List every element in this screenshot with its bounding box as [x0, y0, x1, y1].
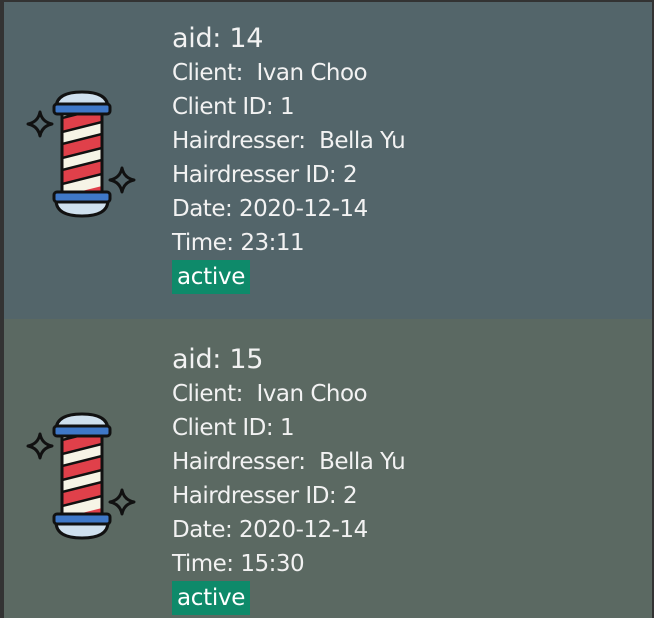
appointment-id: aid: 14: [172, 23, 264, 54]
status-badge: active: [172, 260, 251, 294]
status-badge: active: [172, 581, 251, 615]
client-id: Client ID: 1: [172, 94, 295, 120]
appointment-details: aid: 15 Client: Ivan Choo Client ID: 1 H…: [172, 343, 406, 615]
barber-pole-icon: [26, 412, 136, 540]
appointment-time: Time: 23:11: [172, 230, 305, 256]
hairdresser-name: Hairdresser: Bella Yu: [172, 449, 406, 475]
appointment-date: Date: 2020-12-14: [172, 517, 368, 543]
hairdresser-name: Hairdresser: Bella Yu: [172, 128, 406, 154]
appointment-details: aid: 14 Client: Ivan Choo Client ID: 1 H…: [172, 22, 406, 294]
client-name: Client: Ivan Choo: [172, 60, 368, 86]
hairdresser-id: Hairdresser ID: 2: [172, 162, 358, 188]
barber-pole-icon: [26, 90, 136, 218]
appointment-list: aid: 14 Client: Ivan Choo Client ID: 1 H…: [0, 0, 654, 618]
appointment-card[interactable]: aid: 15 Client: Ivan Choo Client ID: 1 H…: [4, 319, 652, 618]
hairdresser-id: Hairdresser ID: 2: [172, 483, 358, 509]
appointment-id: aid: 15: [172, 344, 264, 375]
client-id: Client ID: 1: [172, 415, 295, 441]
appointment-date: Date: 2020-12-14: [172, 196, 368, 222]
appointment-time: Time: 15:30: [172, 551, 305, 577]
client-name: Client: Ivan Choo: [172, 381, 368, 407]
appointment-card[interactable]: aid: 14 Client: Ivan Choo Client ID: 1 H…: [4, 2, 652, 319]
